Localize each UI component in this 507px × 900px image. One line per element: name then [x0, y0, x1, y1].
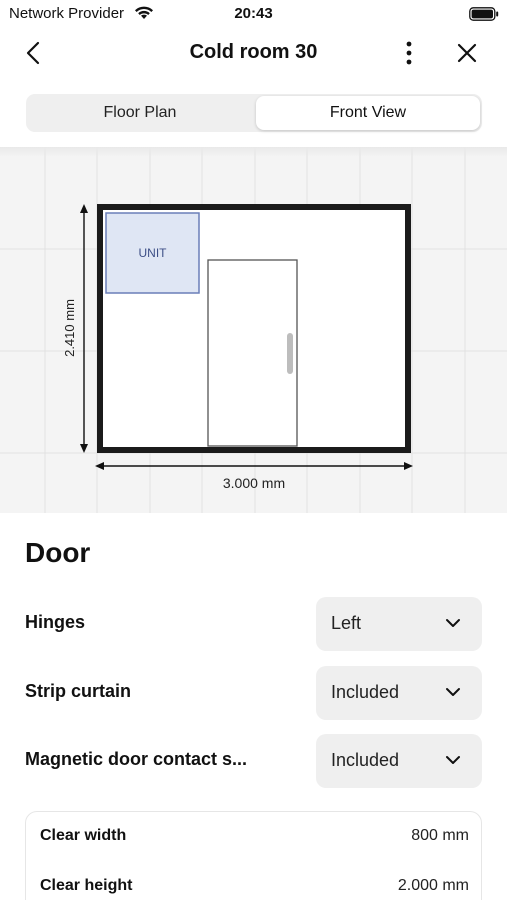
door-handle	[287, 333, 293, 374]
magnetic-contact-label: Magnetic door contact s...	[25, 749, 248, 769]
clear-width-value: 800 mm	[411, 827, 469, 844]
tab-front-view[interactable]: Front View	[256, 96, 480, 130]
chevron-down-icon	[446, 688, 460, 696]
width-label: 3.000 mm	[223, 475, 285, 491]
door-dimensions-card: Clear width 800 mm Clear height 2.000 mm	[25, 811, 482, 900]
battery-icon	[469, 7, 499, 26]
hinges-label: Hinges	[25, 612, 86, 632]
strip-curtain-label: Strip curtain	[25, 681, 132, 701]
section-title: Door	[25, 537, 91, 568]
clear-width-label: Clear width	[40, 827, 127, 844]
chevron-down-icon	[446, 619, 460, 627]
more-vertical-icon	[406, 41, 412, 65]
front-view-drawing: UNIT 2.410 mm 3.000 mm	[0, 147, 507, 513]
clock: 20:43	[234, 5, 273, 22]
magnetic-contact-select[interactable]: Included	[316, 734, 482, 788]
strip-curtain-value: Included	[331, 682, 400, 702]
strip-curtain-select[interactable]: Included	[316, 666, 482, 720]
close-icon	[457, 43, 477, 63]
height-dimension	[80, 204, 88, 453]
clear-width-row: Clear width 800 mm	[26, 821, 483, 851]
clear-height-label: Clear height	[40, 877, 133, 894]
hinges-value: Left	[331, 613, 362, 633]
door-settings-panel: Door Hinges Left Strip curtain Included …	[0, 513, 507, 900]
tab-floor-plan[interactable]: Floor Plan	[28, 96, 252, 130]
canvas-shadow	[0, 147, 507, 157]
navigation-bar: Cold room 30	[0, 28, 507, 78]
status-bar: Network Provider 20:43	[0, 0, 507, 28]
hinges-select[interactable]: Left	[316, 597, 482, 651]
chevron-down-icon	[446, 756, 460, 764]
clear-height-value: 2.000 mm	[397, 877, 469, 894]
height-label: 2.410 mm	[62, 299, 77, 357]
magnetic-contact-value: Included	[331, 750, 400, 770]
clear-height-row: Clear height 2.000 mm	[26, 871, 483, 900]
width-dimension	[95, 462, 413, 470]
front-view-canvas[interactable]: UNIT 2.410 mm 3.000 mm	[0, 147, 507, 513]
unit-label: UNIT	[139, 246, 168, 260]
page-title: Cold room 30	[189, 41, 318, 63]
more-options-button[interactable]	[396, 38, 422, 68]
close-button[interactable]	[452, 38, 482, 68]
door[interactable]	[207, 259, 298, 447]
view-toggle: Floor Plan Front View	[26, 94, 482, 132]
